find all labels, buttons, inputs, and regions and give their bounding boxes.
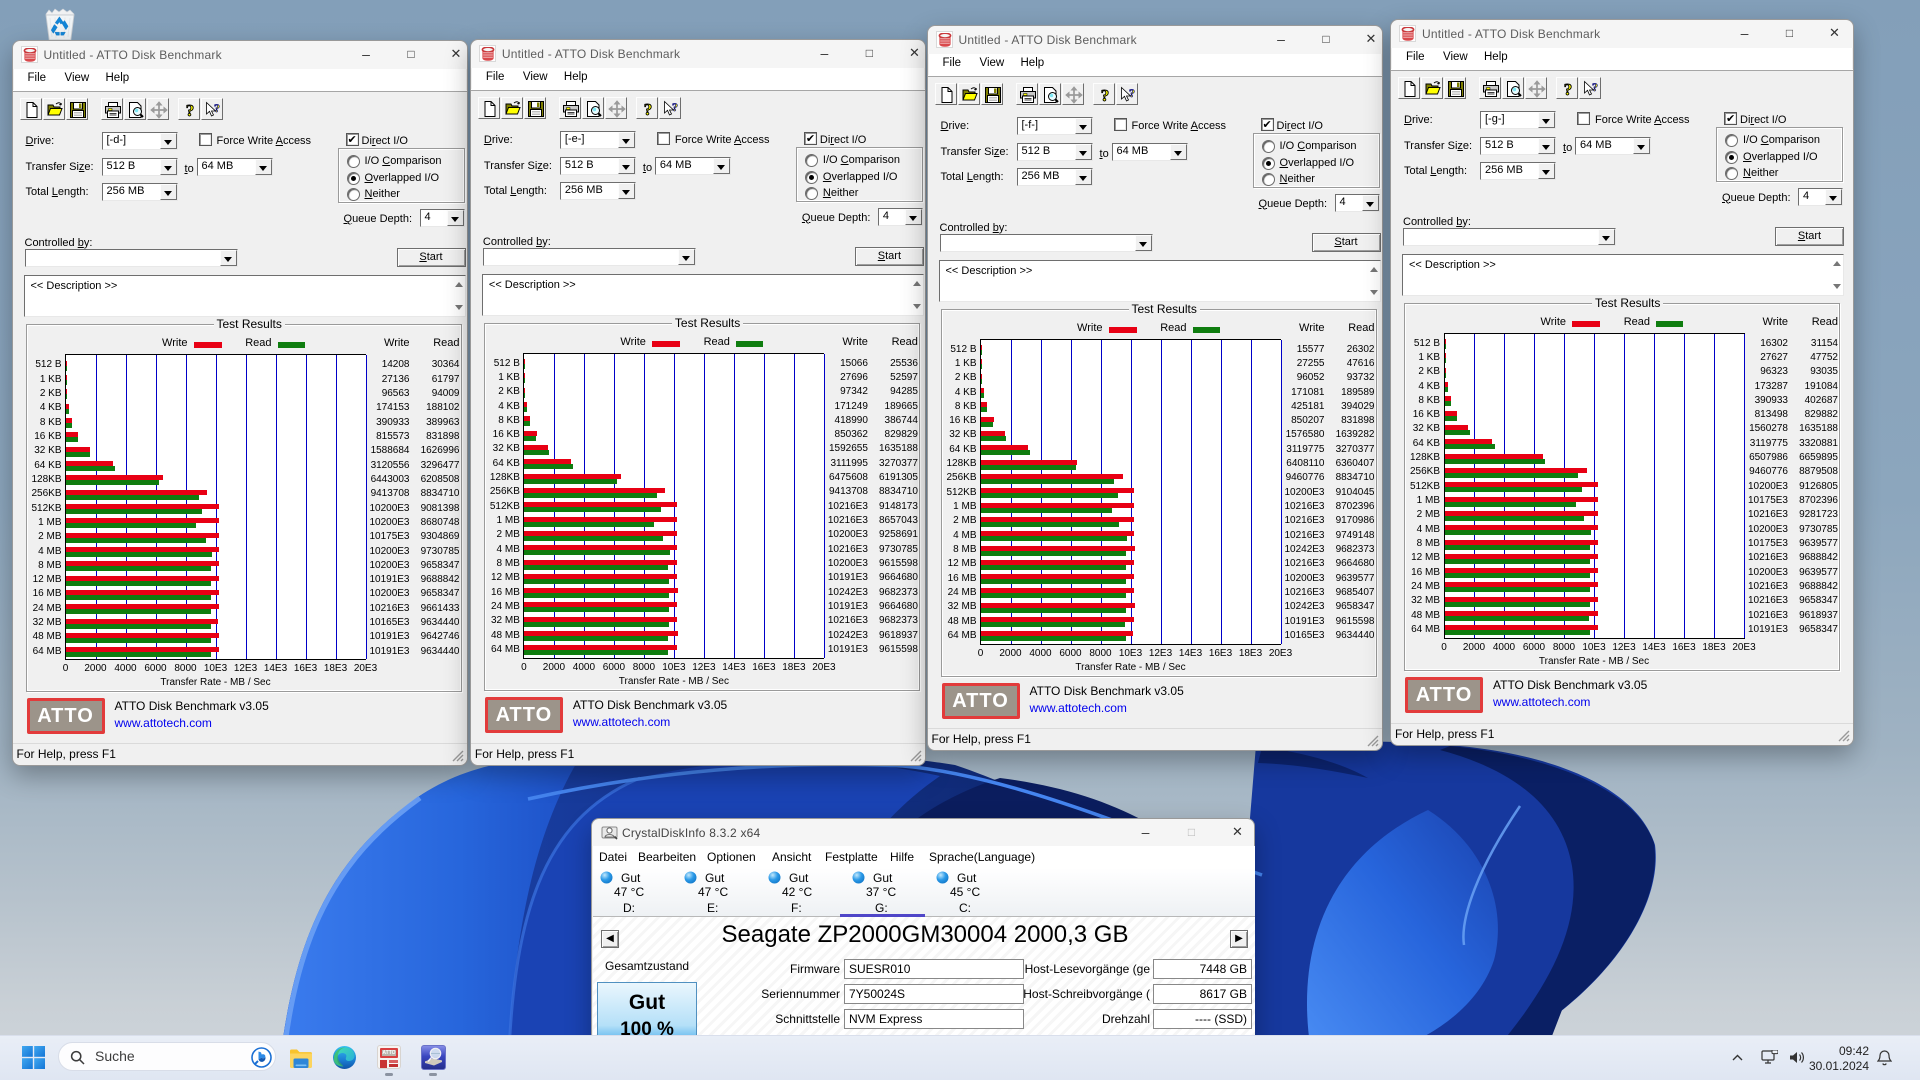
svg-text:?: ? — [644, 100, 653, 118]
svg-text:?: ? — [214, 101, 220, 115]
svg-text:?: ? — [1129, 86, 1135, 100]
svg-text:?: ? — [1100, 86, 1109, 104]
svg-text:?: ? — [1592, 80, 1598, 94]
svg-text:?: ? — [1564, 80, 1573, 98]
svg-text:?: ? — [185, 101, 194, 119]
svg-text:?: ? — [672, 100, 678, 114]
